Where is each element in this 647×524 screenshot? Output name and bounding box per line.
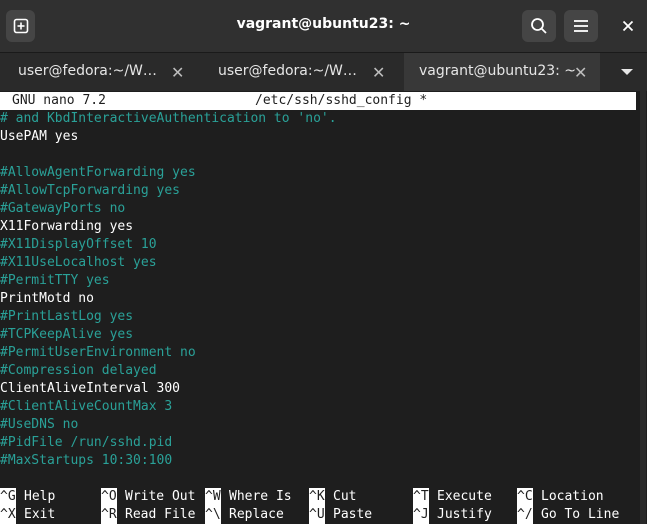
editor-line: #AllowTcpForwarding yes (0, 183, 181, 198)
shortcut-key: ^O (101, 488, 117, 506)
editor-line: # and KbdInteractiveAuthentication to 'n… (0, 111, 337, 126)
shortcut-label: Replace (229, 507, 284, 522)
shortcut-label: Help (24, 489, 56, 504)
tab-3-label: vagrant@ubuntu23: ~ (419, 63, 577, 79)
editor-line: #UseDNS no (0, 417, 79, 432)
nano-version: GNU nano 7.2 (12, 93, 106, 108)
shortcut-label: Location (541, 489, 604, 504)
editor-line: #PrintLastLog yes (0, 309, 134, 324)
editor-line: #PidFile /run/sshd.pid (0, 435, 173, 450)
tab-3-close-icon[interactable]: ✕ (574, 63, 587, 82)
shortcut-key: ^C (517, 488, 533, 506)
search-icon (531, 18, 547, 34)
shortcut-label: Read File (125, 507, 196, 522)
chevron-down-icon (621, 69, 633, 75)
header-bar: vagrant@ubuntu23: ~ (0, 0, 647, 52)
tab-1-close-icon[interactable]: ✕ (171, 63, 184, 82)
editor-line: #ClientAliveCountMax 3 (0, 399, 173, 414)
editor-line: ClientAliveInterval 300 (0, 381, 181, 396)
tab-2-label: user@fedora:~/W… (218, 63, 357, 79)
editor-line: #GatewayPorts no (0, 201, 126, 216)
shortcut-key: ^J (413, 506, 429, 524)
editor-line: #PermitTTY yes (0, 273, 110, 288)
shortcut-label: Execute (437, 489, 492, 504)
nano-filename: /etc/ssh/sshd_config * (255, 93, 428, 108)
shortcut-label: Write Out (125, 489, 196, 504)
nano-title-bar: GNU nano 7.2 /etc/ssh/sshd_config * (0, 92, 636, 110)
tab-2[interactable]: user@fedora:~/W… ✕ (200, 53, 402, 91)
hamburger-menu-icon (574, 20, 588, 32)
shortcut-key: ^R (101, 506, 117, 524)
editor-line: #Compression delayed (0, 363, 157, 378)
menu-button[interactable] (564, 10, 598, 42)
editor-line: UsePAM yes (0, 129, 79, 144)
terminal-area[interactable]: GNU nano 7.2 /etc/ssh/sshd_config * # an… (0, 91, 647, 524)
editor-line: #MaxStartups 10:30:100 (0, 453, 173, 468)
close-window-button[interactable] (612, 10, 644, 42)
shortcut-key: ^K (309, 488, 325, 506)
editor-line: #X11DisplayOffset 10 (0, 237, 157, 252)
shortcut-key: ^\ (205, 506, 221, 524)
terminal-scrollbar[interactable] (640, 91, 646, 524)
shortcut-label: Cut (333, 489, 357, 504)
shortcut-label: Where Is (229, 489, 292, 504)
shortcut-key: ^W (205, 488, 221, 506)
search-button[interactable] (522, 10, 556, 42)
shortcut-label: Exit (24, 507, 56, 522)
tab-2-close-icon[interactable]: ✕ (372, 63, 385, 82)
tab-list-button[interactable] (613, 63, 641, 81)
editor-line: #AllowAgentForwarding yes (0, 165, 196, 180)
shortcut-label: Go To Line (541, 507, 620, 522)
shortcut-key: ^T (413, 488, 429, 506)
tab-3-active[interactable]: vagrant@ubuntu23: ~ ✕ (404, 53, 600, 91)
shortcut-label: Justify (437, 507, 492, 522)
shortcut-key: ^X (0, 506, 16, 524)
editor-line: X11Forwarding yes (0, 219, 134, 234)
tab-1-label: user@fedora:~/W… (18, 63, 157, 79)
close-icon (622, 20, 634, 32)
tab-bar: user@fedora:~/W… ✕ user@fedora:~/W… ✕ va… (0, 52, 647, 91)
editor-line: PrintMotd no (0, 291, 94, 306)
tab-1[interactable]: user@fedora:~/W… ✕ (0, 53, 200, 91)
editor-line: #TCPKeepAlive yes (0, 327, 134, 342)
editor-line: #PermitUserEnvironment no (0, 345, 196, 360)
shortcut-key: ^U (309, 506, 325, 524)
editor-line: #X11UseLocalhost yes (0, 255, 157, 270)
shortcut-key: ^/ (517, 506, 533, 524)
shortcut-label: Paste (333, 507, 373, 522)
terminal-window: vagrant@ubuntu23: ~ user@fedora:~/W… ✕ u… (0, 0, 647, 524)
shortcut-key: ^G (0, 488, 16, 506)
